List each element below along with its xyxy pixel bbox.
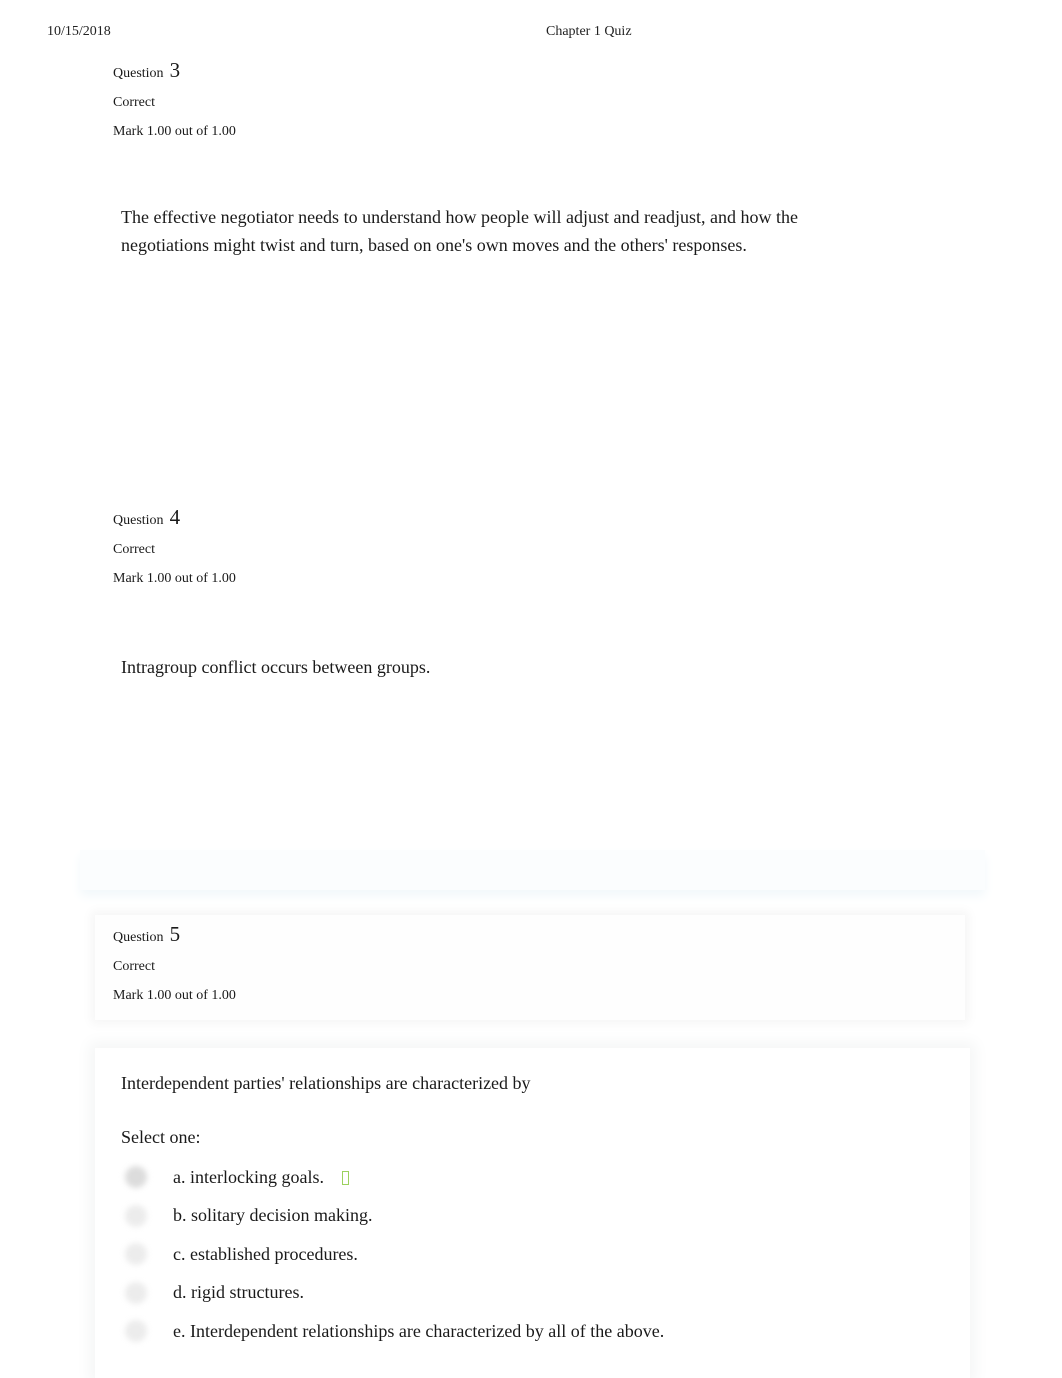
answer-option-c[interactable]: c. established procedures.	[121, 1235, 664, 1274]
question-num: 4	[169, 505, 181, 529]
question-state: Correct	[113, 959, 155, 974]
question-text-4: Intragroup conflict occurs between group…	[121, 657, 431, 677]
question-label: Question	[113, 66, 164, 81]
answer-option-a[interactable]: a. interlocking goals.	[121, 1158, 664, 1197]
question-number: Question 3	[113, 58, 236, 83]
question-num: 5	[169, 922, 181, 946]
question-grade: Mark 1.00 out of 1.00	[113, 571, 236, 586]
question-text-5: Interdependent parties' relationships ar…	[121, 1073, 531, 1093]
question-number: Question 4	[113, 505, 236, 530]
answer-option-b[interactable]: b. solitary decision making.	[121, 1197, 664, 1236]
question-state: Correct	[113, 95, 155, 110]
question-number: Question 5	[113, 922, 236, 947]
answer-label: e. Interdependent relationships are char…	[173, 1320, 665, 1341]
answer-option-e[interactable]: e. Interdependent relationships are char…	[121, 1312, 664, 1351]
answer-label: a. interlocking goals.	[173, 1166, 324, 1187]
question-label: Question	[113, 513, 164, 528]
check-icon	[341, 1171, 349, 1186]
question-label: Question	[113, 930, 164, 945]
radio-button[interactable]	[125, 1243, 147, 1266]
answer-label: d. rigid structures.	[173, 1282, 304, 1303]
question-text-3: The effective negotiator needs to unders…	[121, 207, 798, 255]
radio-button[interactable]	[125, 1281, 147, 1304]
question-info-5: Question 5 Correct Mark 1.00 out of 1.00	[113, 922, 236, 1004]
question-state: Correct	[113, 542, 155, 557]
question-info-4: Question 4 Correct Mark 1.00 out of 1.00	[113, 505, 236, 587]
select-one-prompt: Select one:	[121, 1127, 201, 1147]
print-date: 10/15/2018	[47, 24, 111, 39]
radio-button[interactable]	[125, 1166, 147, 1189]
answer-list: a. interlocking goals. b. solitary decis…	[121, 1158, 664, 1351]
question-grade: Mark 1.00 out of 1.00	[113, 124, 236, 139]
page-title: Chapter 1 Quiz	[546, 24, 632, 39]
answer-label: c. established procedures.	[173, 1243, 358, 1264]
answer-option-d[interactable]: d. rigid structures.	[121, 1274, 664, 1313]
question-num: 3	[169, 58, 181, 82]
question-grade: Mark 1.00 out of 1.00	[113, 988, 236, 1003]
radio-button[interactable]	[125, 1204, 147, 1227]
radio-button[interactable]	[125, 1320, 147, 1343]
answer-label: b. solitary decision making.	[173, 1205, 373, 1226]
panel-edge	[80, 850, 985, 890]
question-info-3: Question 3 Correct Mark 1.00 out of 1.00	[113, 58, 236, 140]
